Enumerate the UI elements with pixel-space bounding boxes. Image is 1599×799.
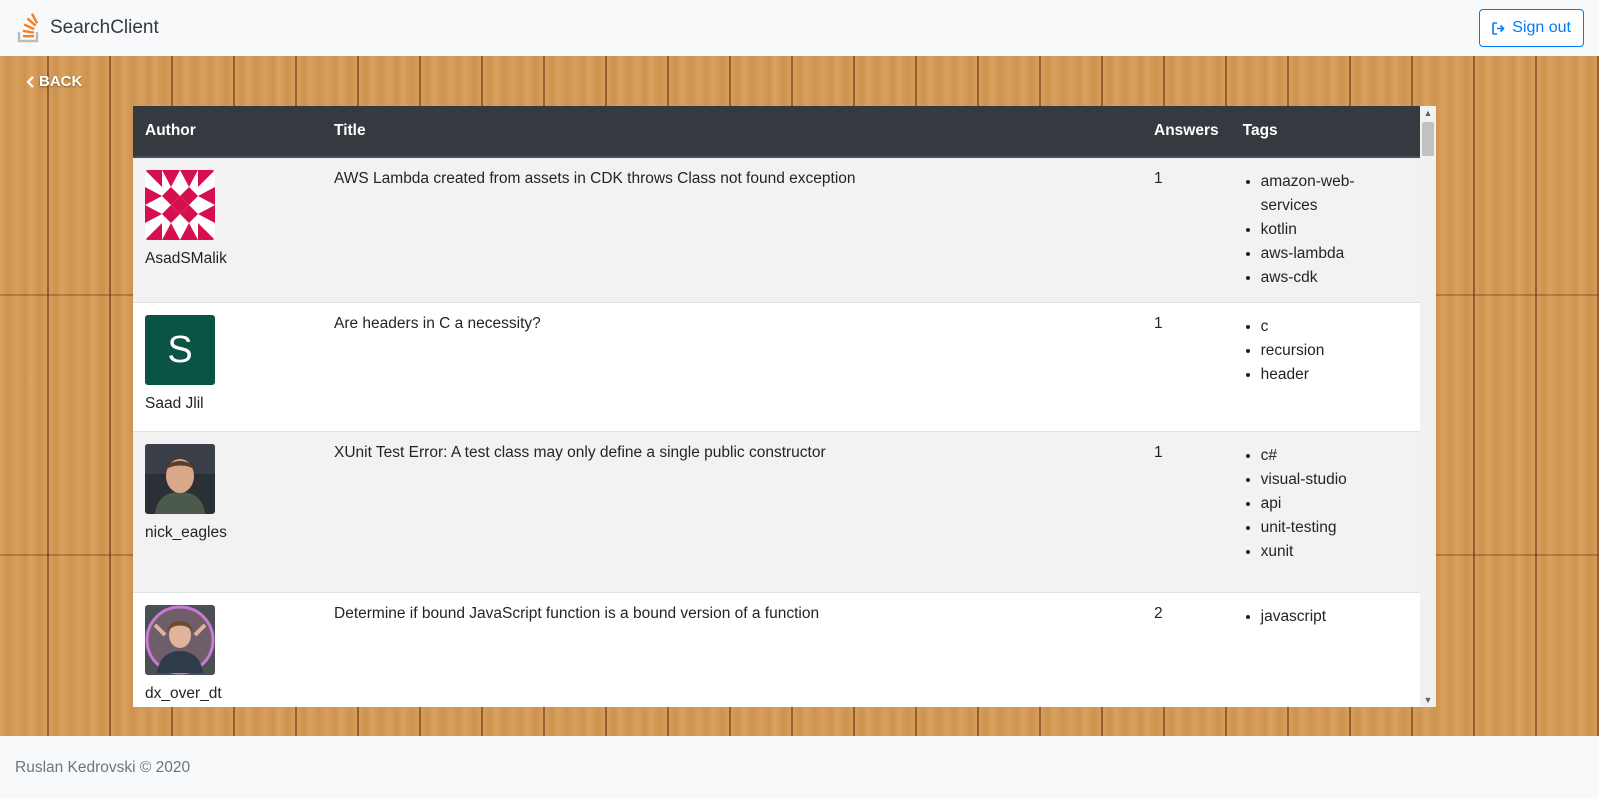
table-row[interactable]: S Saad Jlil Are headers in C a necessity…	[133, 302, 1420, 432]
avatar-letter: S	[167, 328, 193, 371]
photo-avatar[interactable]	[145, 605, 215, 675]
author-name[interactable]: dx_over_dt	[145, 685, 310, 703]
footer: Ruslan Kedrovski © 2020	[0, 736, 1599, 799]
vertical-scrollbar[interactable]: ▲ ▼	[1420, 106, 1436, 707]
header-answers: Answers	[1142, 106, 1231, 158]
tag-item: c	[1261, 315, 1408, 339]
tag-item: aws-cdk	[1261, 266, 1408, 290]
author-cell: AsadSMalik	[133, 156, 322, 303]
author-cell: dx_over_dt	[133, 592, 322, 707]
photo-avatar[interactable]	[145, 444, 215, 514]
author-cell: S Saad Jlil	[133, 302, 322, 432]
tag-item: header	[1261, 363, 1408, 387]
tag-item: api	[1261, 492, 1408, 516]
author-name[interactable]: AsadSMalik	[145, 250, 310, 268]
question-title[interactable]: AWS Lambda created from assets in CDK th…	[322, 156, 1142, 303]
table-header-row: Author Title Answers Tags	[133, 106, 1420, 158]
tag-list: amazon-web-services kotlin aws-lambda aw…	[1243, 170, 1408, 290]
question-title[interactable]: Are headers in C a necessity?	[322, 302, 1142, 432]
stackoverflow-logo-icon	[17, 13, 39, 43]
scroll-up-icon[interactable]: ▲	[1420, 106, 1436, 120]
tag-item: kotlin	[1261, 218, 1408, 242]
table-row[interactable]: nick_eagles XUnit Test Error: A test cla…	[133, 431, 1420, 593]
sign-out-button[interactable]: Sign out	[1479, 9, 1584, 47]
question-title[interactable]: Determine if bound JavaScript function i…	[322, 592, 1142, 707]
back-label: BACK	[39, 73, 83, 90]
question-title[interactable]: XUnit Test Error: A test class may only …	[322, 431, 1142, 593]
tags-cell: c recursion header	[1230, 302, 1420, 432]
tag-item: aws-lambda	[1261, 242, 1408, 266]
tag-list: c# visual-studio api unit-testing xunit	[1243, 444, 1408, 564]
scroll-thumb[interactable]	[1422, 122, 1434, 156]
brand[interactable]: SearchClient	[16, 13, 159, 43]
tag-item: unit-testing	[1261, 516, 1408, 540]
answer-count: 1	[1142, 302, 1231, 432]
author-cell: nick_eagles	[133, 431, 322, 593]
brand-name: SearchClient	[50, 17, 159, 38]
table-row[interactable]: dx_over_dt Determine if bound JavaScript…	[133, 592, 1420, 707]
back-link[interactable]: BACK	[26, 73, 82, 90]
tag-item: javascript	[1261, 605, 1408, 629]
tags-cell: amazon-web-services kotlin aws-lambda aw…	[1230, 156, 1420, 303]
tags-cell: c# visual-studio api unit-testing xunit	[1230, 431, 1420, 593]
tag-list: javascript	[1243, 605, 1408, 629]
footer-copyright: Ruslan Kedrovski © 2020	[15, 758, 191, 776]
tag-item: xunit	[1261, 540, 1408, 564]
questions-table: Author Title Answers Tags AsadSMalik AWS…	[133, 106, 1420, 707]
author-name[interactable]: Saad Jlil	[145, 395, 310, 413]
answer-count: 1	[1142, 156, 1231, 303]
navbar: SearchClient Sign out	[0, 0, 1599, 56]
questions-table-container[interactable]: Author Title Answers Tags AsadSMalik AWS…	[133, 106, 1436, 707]
chevron-left-icon	[26, 75, 34, 88]
header-author: Author	[133, 106, 322, 158]
author-name[interactable]: nick_eagles	[145, 524, 310, 542]
scroll-down-icon[interactable]: ▼	[1420, 693, 1436, 707]
table-row[interactable]: AsadSMalik AWS Lambda created from asset…	[133, 156, 1420, 303]
answer-count: 2	[1142, 592, 1231, 707]
tags-cell: javascript	[1230, 592, 1420, 707]
tag-list: c recursion header	[1243, 315, 1408, 387]
letter-avatar[interactable]: S	[145, 315, 215, 385]
tag-item: amazon-web-services	[1261, 170, 1408, 218]
sign-out-label: Sign out	[1512, 19, 1571, 36]
tag-item: visual-studio	[1261, 468, 1408, 492]
sign-out-icon	[1492, 21, 1505, 35]
tag-item: c#	[1261, 444, 1408, 468]
identicon-avatar[interactable]	[145, 170, 215, 240]
answer-count: 1	[1142, 431, 1231, 593]
header-tags: Tags	[1230, 106, 1420, 158]
header-title: Title	[322, 106, 1142, 158]
tag-item: recursion	[1261, 339, 1408, 363]
